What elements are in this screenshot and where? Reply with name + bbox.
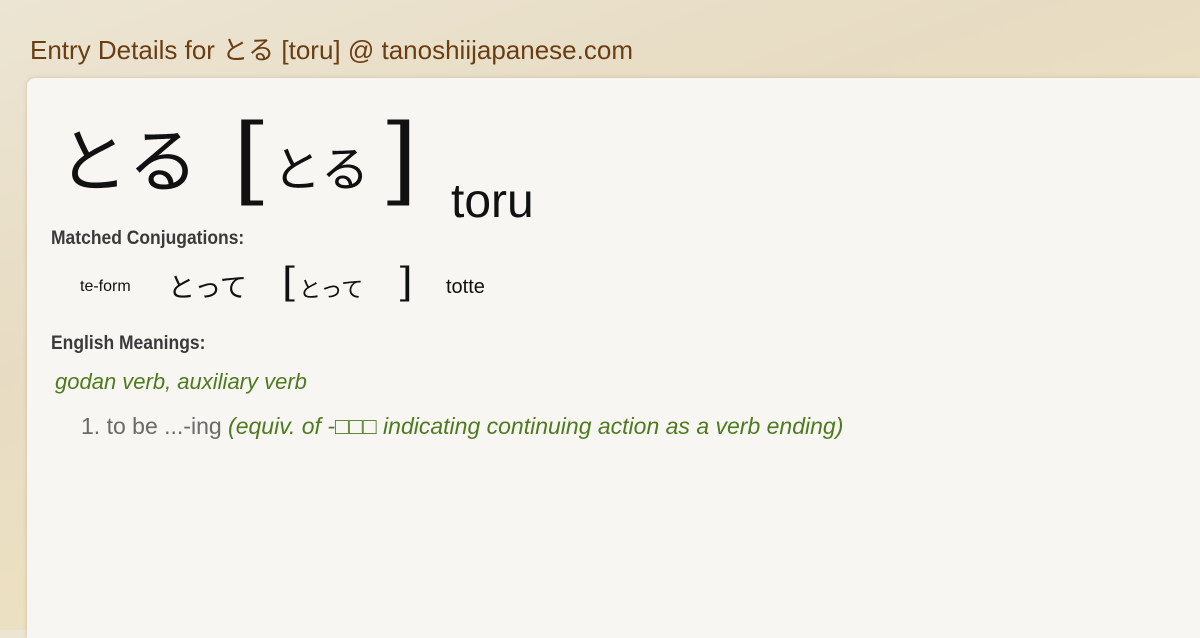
- conjugation-row: te-form とって [ とって ] totte: [80, 260, 680, 306]
- conjugation-reading: とって: [299, 278, 364, 303]
- sense-item: 1. to be ...-ing (equiv. of -□□□ indicat…: [81, 413, 843, 440]
- reading-open-bracket: [: [233, 104, 271, 216]
- conjugation-romaji: totte: [446, 276, 485, 298]
- conjugation-type: te-form: [80, 278, 131, 295]
- part-of-speech: godan verb, auxiliary verb: [55, 369, 307, 394]
- entry-card: とる [ とる ] toru Matched Conjugations: te-…: [27, 78, 1200, 638]
- entry-word: とる: [58, 121, 198, 203]
- sense-gloss: to be ...-ing: [106, 413, 222, 439]
- entry-reading: とる: [273, 142, 370, 198]
- conjugation-close-bracket: ]: [397, 260, 413, 306]
- matched-conjugations-label: Matched Conjugations:: [51, 228, 245, 249]
- conjugation-kana: とって: [168, 273, 247, 304]
- conjugation-open-bracket: [: [282, 260, 298, 306]
- sense-note: (equiv. of -□□□ indicating continuing ac…: [228, 413, 844, 439]
- sense-number: 1.: [81, 413, 101, 439]
- english-meanings-label: English Meanings:: [51, 333, 206, 354]
- reading-close-bracket: ]: [380, 104, 418, 216]
- entry-romaji: toru: [451, 175, 534, 228]
- page-title: Entry Details for とる [toru] @ tanoshiija…: [30, 35, 633, 65]
